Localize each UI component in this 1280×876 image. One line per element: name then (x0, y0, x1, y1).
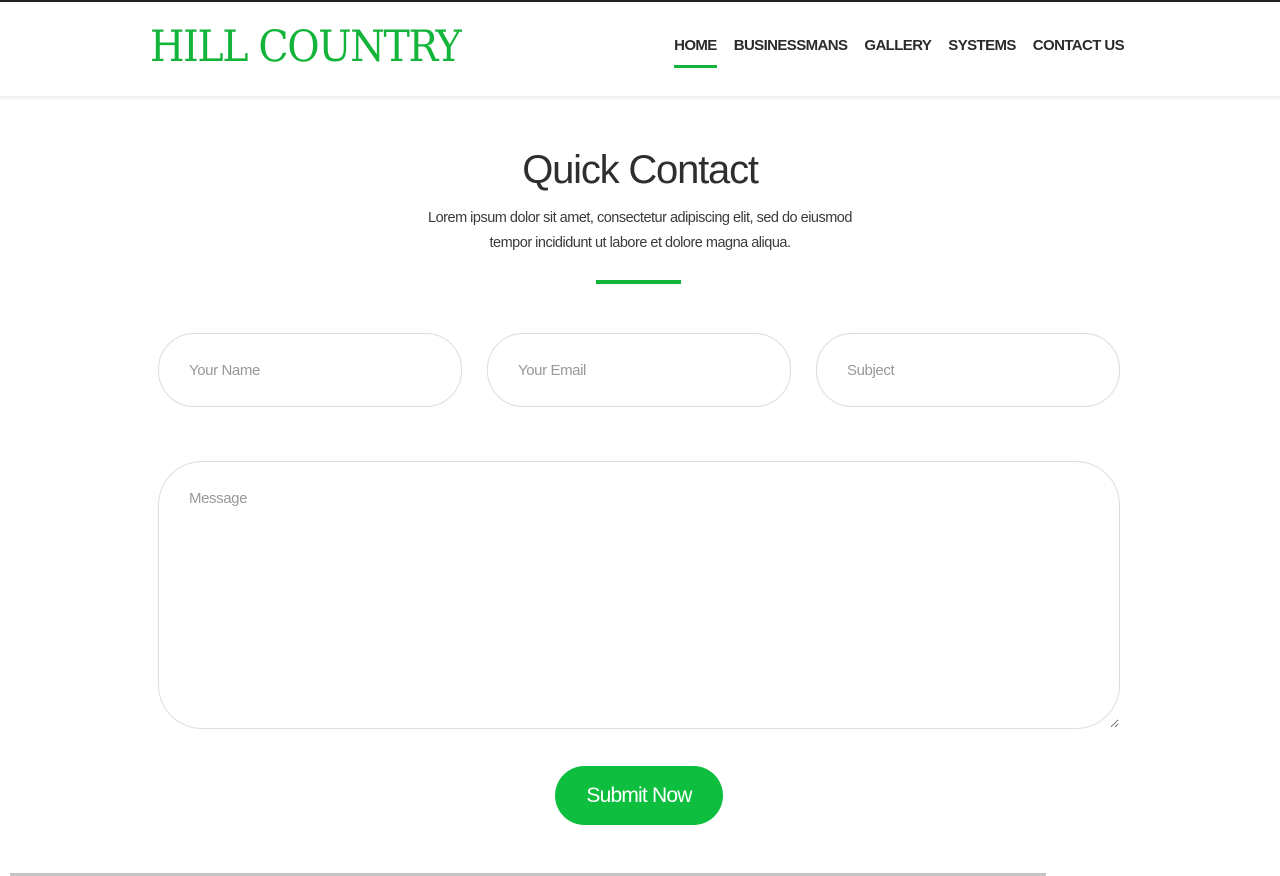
subject-input[interactable] (816, 333, 1120, 407)
nav-item-businessmans[interactable]: BUSINESSMANS (734, 36, 848, 56)
section-subtitle: Lorem ipsum dolor sit amet, consectetur … (428, 210, 852, 251)
main-nav: HOME BUSINESSMANS GALLERY SYSTEMS CONTAC… (674, 36, 1125, 68)
nav-item-gallery[interactable]: GALLERY (864, 36, 932, 56)
email-input[interactable] (487, 333, 791, 407)
section-title: Quick Contact (522, 148, 759, 192)
nav-item-home[interactable]: HOME (674, 36, 717, 68)
message-textarea[interactable] (158, 461, 1120, 729)
nav-item-systems[interactable]: SYSTEMS (948, 36, 1016, 56)
site-header: HILL COUNTRY HOME BUSINESSMANS GALLERY S… (0, 2, 1280, 97)
submit-button[interactable]: Submit Now (555, 766, 723, 825)
title-divider (596, 280, 681, 284)
site-logo[interactable]: HILL COUNTRY (150, 22, 462, 72)
name-input[interactable] (158, 333, 462, 407)
nav-item-contact-us[interactable]: CONTACT US (1033, 36, 1125, 56)
page: HILL COUNTRY HOME BUSINESSMANS GALLERY S… (0, 0, 1280, 876)
